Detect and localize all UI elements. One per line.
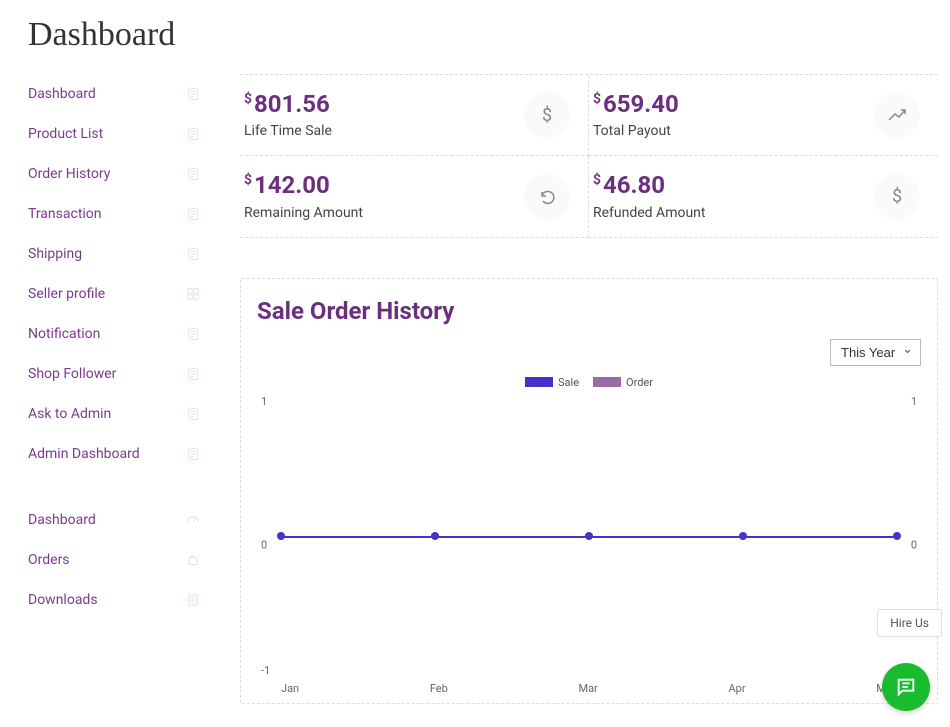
stat-label: Total Payout bbox=[593, 123, 679, 139]
chat-icon bbox=[895, 676, 917, 698]
doc-icon bbox=[186, 327, 200, 341]
gauge-icon bbox=[186, 513, 200, 527]
chat-fab[interactable] bbox=[882, 663, 930, 711]
sidebar-item-label: Ask to Admin bbox=[28, 406, 111, 422]
chart-point bbox=[431, 532, 439, 540]
chart-point bbox=[277, 532, 285, 540]
doc-icon bbox=[186, 127, 200, 141]
y-tick: 1 bbox=[911, 395, 917, 408]
hire-us-button[interactable]: Hire Us bbox=[877, 609, 942, 637]
doc-icon bbox=[186, 367, 200, 381]
stat-refunded-amount: $46.80 Refunded Amount $ bbox=[589, 156, 938, 237]
legend-item-order: Order bbox=[593, 376, 653, 389]
stats-grid: $801.56 Life Time Sale $ $659.40 Total P… bbox=[240, 74, 938, 238]
sidebar-item-label: Downloads bbox=[28, 592, 98, 608]
chart-legend: Sale Order bbox=[257, 376, 921, 389]
sidebar-item-ask-to-admin[interactable]: Ask to Admin bbox=[22, 394, 208, 434]
stat-value: $46.80 bbox=[593, 172, 705, 198]
sidebar-item-notification[interactable]: Notification bbox=[22, 314, 208, 354]
undo-icon bbox=[524, 174, 570, 220]
doc-icon bbox=[186, 447, 200, 461]
sidebar-item-shop-follower[interactable]: Shop Follower bbox=[22, 354, 208, 394]
sidebar-item-label: Transaction bbox=[28, 206, 102, 222]
chart-section: Sale Order History This Year Sale Order bbox=[240, 278, 938, 704]
grid-icon bbox=[186, 287, 200, 301]
main-content: $801.56 Life Time Sale $ $659.40 Total P… bbox=[208, 74, 950, 704]
stat-value: $801.56 bbox=[244, 91, 332, 117]
page-title: Dashboard bbox=[0, 0, 950, 74]
sidebar-item-label: Dashboard bbox=[28, 512, 96, 528]
sidebar-item-orders[interactable]: Orders bbox=[22, 540, 208, 580]
sidebar-item-label: Dashboard bbox=[28, 86, 96, 102]
sidebar-item-label: Shipping bbox=[28, 246, 82, 262]
sidebar-item-label: Shop Follower bbox=[28, 366, 116, 382]
y-tick: 0 bbox=[911, 538, 917, 551]
sidebar-item-label: Order History bbox=[28, 166, 110, 182]
trend-up-icon bbox=[874, 92, 920, 138]
legend-label: Order bbox=[626, 376, 653, 389]
legend-item-sale: Sale bbox=[525, 376, 579, 389]
stat-life-time-sale: $801.56 Life Time Sale $ bbox=[240, 75, 589, 156]
sidebar-item-label: Orders bbox=[28, 552, 70, 568]
sidebar-item-dashboard[interactable]: Dashboard bbox=[22, 74, 208, 114]
period-select[interactable]: This Year bbox=[830, 339, 921, 366]
stat-value: $142.00 bbox=[244, 172, 363, 198]
doc-icon bbox=[186, 207, 200, 221]
x-axis: Jan Feb Mar Apr May bbox=[281, 682, 897, 695]
sidebar-item-order-history[interactable]: Order History bbox=[22, 154, 208, 194]
stat-label: Remaining Amount bbox=[244, 205, 363, 221]
y-tick: 0 bbox=[261, 538, 267, 551]
sidebar-item-label: Product List bbox=[28, 126, 103, 142]
sidebar-item-label: Admin Dashboard bbox=[28, 446, 140, 462]
bag-icon bbox=[186, 553, 200, 567]
stat-remaining-amount: $142.00 Remaining Amount bbox=[240, 156, 589, 237]
chart-plot: 1 1 0 0 -1 Jan Feb Mar Apr bbox=[261, 395, 917, 695]
doc-icon bbox=[186, 407, 200, 421]
doc-icon bbox=[186, 87, 200, 101]
legend-label: Sale bbox=[558, 376, 579, 389]
y-tick: -1 bbox=[261, 664, 270, 677]
stat-label: Refunded Amount bbox=[593, 205, 705, 221]
chart-point bbox=[893, 532, 901, 540]
legend-swatch bbox=[593, 377, 621, 387]
x-tick: Feb bbox=[430, 682, 448, 695]
sidebar: Dashboard Product List Order History Tra… bbox=[22, 74, 208, 704]
x-tick: Mar bbox=[578, 682, 597, 695]
x-tick: Jan bbox=[281, 682, 299, 695]
dollar-icon: $ bbox=[524, 92, 570, 138]
sidebar-item-downloads[interactable]: Downloads bbox=[22, 580, 208, 620]
dollar-icon: $ bbox=[874, 174, 920, 220]
chart-point bbox=[585, 532, 593, 540]
y-tick: 1 bbox=[261, 395, 267, 408]
sidebar-item-shipping[interactable]: Shipping bbox=[22, 234, 208, 274]
x-tick: Apr bbox=[728, 682, 745, 695]
legend-swatch bbox=[525, 377, 553, 387]
sidebar-item-transaction[interactable]: Transaction bbox=[22, 194, 208, 234]
chart-point bbox=[739, 532, 747, 540]
stat-total-payout: $659.40 Total Payout bbox=[589, 75, 938, 156]
doc-icon bbox=[186, 593, 200, 607]
sidebar-item-product-list[interactable]: Product List bbox=[22, 114, 208, 154]
sidebar-item-admin-dashboard[interactable]: Admin Dashboard bbox=[22, 434, 208, 474]
doc-icon bbox=[186, 247, 200, 261]
chart-title: Sale Order History bbox=[257, 297, 921, 325]
sidebar-item-label: Seller profile bbox=[28, 286, 105, 302]
doc-icon bbox=[186, 167, 200, 181]
stat-value: $659.40 bbox=[593, 91, 679, 117]
stat-label: Life Time Sale bbox=[244, 123, 332, 139]
sidebar-item-label: Notification bbox=[28, 326, 100, 342]
sidebar-item-seller-profile[interactable]: Seller profile bbox=[22, 274, 208, 314]
sidebar-item-dashboard-2[interactable]: Dashboard bbox=[22, 500, 208, 540]
